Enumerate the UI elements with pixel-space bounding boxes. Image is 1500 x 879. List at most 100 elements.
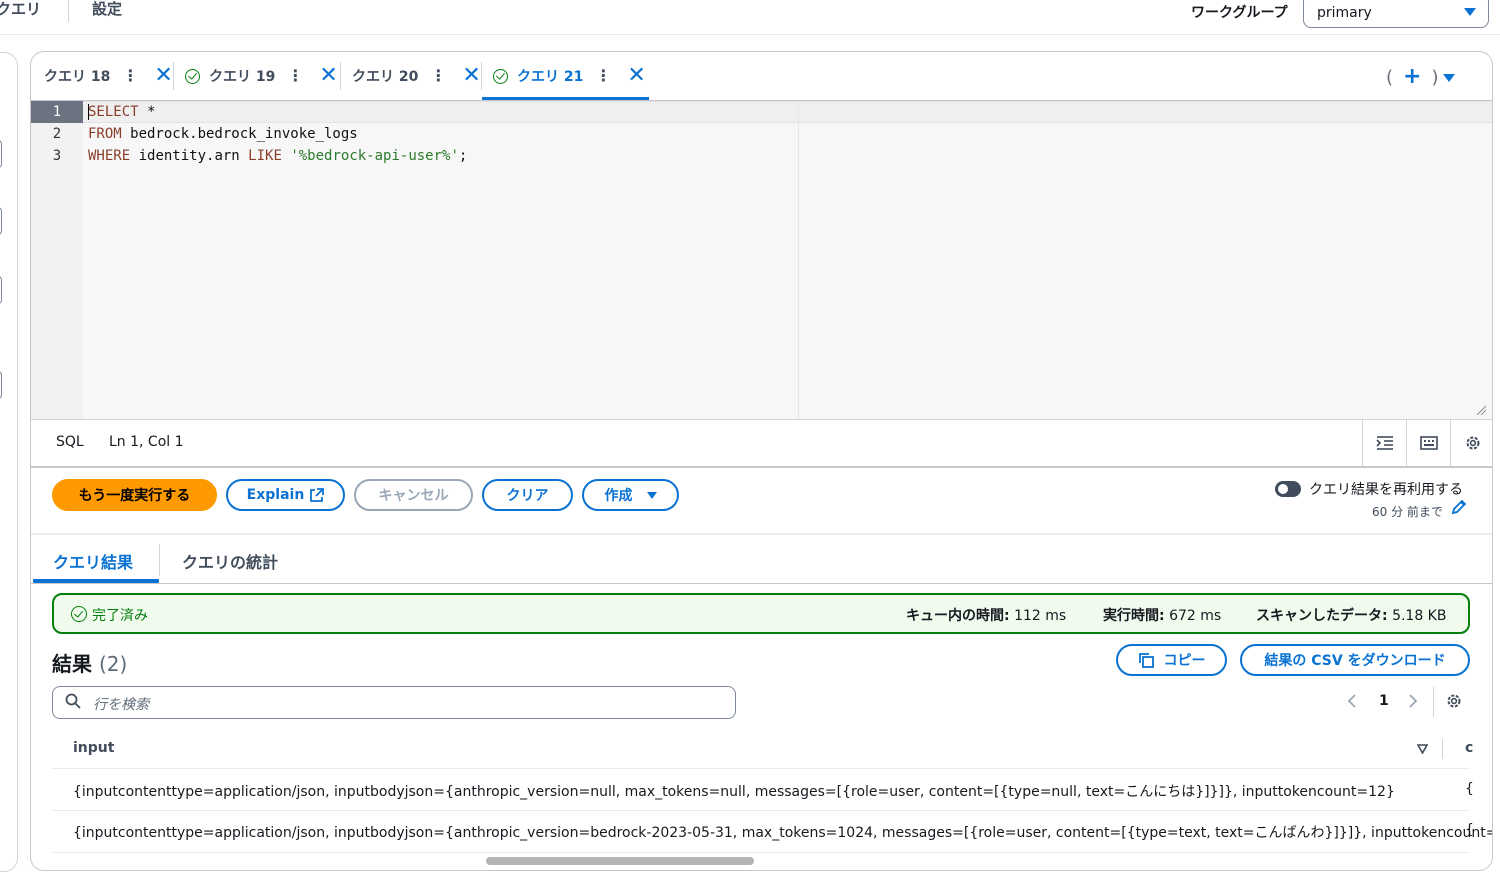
left-panel-control[interactable] — [0, 276, 2, 304]
sql-keyword: WHERE — [88, 148, 131, 164]
table-cell-next[interactable]: { — [1465, 781, 1474, 797]
reuse-results-toggle[interactable] — [1275, 481, 1301, 497]
run-again-button[interactable]: もう一度実行する — [52, 479, 217, 511]
edit-icon[interactable] — [1451, 499, 1467, 515]
more-options-icon[interactable]: ⋮ — [595, 68, 611, 84]
code-text: ; — [458, 148, 468, 164]
copy-icon — [1138, 653, 1154, 668]
table-cell-input[interactable]: {inputcontenttype=application/json, inpu… — [73, 822, 1492, 842]
exec-time-label: 実行時間: — [1103, 608, 1165, 624]
format-icon[interactable] — [1362, 420, 1407, 466]
tab-label: クエリ 20 — [352, 69, 419, 85]
text-cursor — [88, 104, 89, 120]
left-panel-control[interactable] — [0, 140, 2, 168]
sql-keyword: FROM — [88, 126, 122, 142]
sql-string: '%bedrock-api-user%' — [281, 148, 459, 164]
close-icon[interactable]: ✕ — [154, 65, 172, 87]
column-header-next[interactable]: c — [1465, 740, 1473, 756]
tab-query-results[interactable]: クエリ結果 — [53, 549, 133, 573]
query-editor-container: クエリ 18 ⋮ ✕ クエリ 19 ⋮ ✕ クエリ 20 ⋮ ✕ クエリ 21 … — [30, 51, 1493, 871]
tab-query-18[interactable]: クエリ 18 ⋮ ✕ — [40, 52, 173, 100]
close-icon[interactable]: ✕ — [319, 65, 337, 87]
code-text: identity.arn — [130, 148, 249, 164]
workgroup-label: ワークグループ — [1191, 5, 1288, 21]
chevron-right-icon[interactable] — [1408, 693, 1418, 709]
more-options-icon[interactable]: ⋮ — [287, 68, 303, 84]
current-line-highlight — [83, 101, 1492, 123]
new-tab-control[interactable]: ( +) — [1386, 64, 1455, 89]
tabs-divider — [31, 583, 1492, 584]
sql-keyword: SELECT — [88, 104, 139, 120]
code-text: bedrock.bedrock_invoke_logs — [121, 126, 358, 142]
data-scanned-label: スキャンしたデータ: — [1256, 608, 1388, 624]
tab-query-19[interactable]: クエリ 19 ⋮ ✕ — [181, 52, 338, 100]
column-divider[interactable] — [1442, 739, 1443, 759]
caret-down-icon[interactable] — [1442, 74, 1455, 82]
queue-time-value: 112 ms — [1014, 608, 1067, 624]
tab-query-20[interactable]: クエリ 20 ⋮ ✕ — [348, 52, 481, 100]
keyboard-icon[interactable] — [1406, 420, 1451, 466]
page-number[interactable]: 1 — [1379, 693, 1389, 709]
chevron-left-icon[interactable] — [1347, 693, 1357, 709]
gear-icon[interactable] — [1445, 692, 1463, 710]
copy-button[interactable]: コピー — [1116, 644, 1227, 676]
download-csv-button[interactable]: 結果の CSV をダウンロード — [1240, 644, 1470, 676]
code-line[interactable]: WHERE identity.arn LIKE '%bedrock-api-us… — [88, 145, 467, 167]
nav-divider — [68, 0, 69, 22]
sort-descending-icon[interactable] — [1417, 744, 1428, 754]
resize-handle-icon[interactable] — [1476, 405, 1486, 415]
tab-query[interactable]: クエリ — [0, 0, 41, 19]
tab-divider — [340, 62, 341, 90]
table-row-divider — [52, 852, 1470, 853]
more-options-icon[interactable]: ⋮ — [122, 68, 138, 84]
row-search-input[interactable]: 行を検索 — [52, 686, 736, 719]
workgroup-select[interactable]: primary — [1303, 0, 1489, 28]
exec-time: 実行時間: 672 ms — [1103, 605, 1221, 625]
results-heading: 結果 (2) — [52, 648, 127, 677]
clear-button[interactable]: クリア — [482, 479, 573, 511]
queue-time-label: キュー内の時間: — [906, 608, 1010, 624]
left-panel-control[interactable] — [0, 371, 2, 399]
external-link-icon — [310, 488, 325, 502]
queue-time: キュー内の時間: 112 ms — [906, 605, 1066, 625]
code-line[interactable]: SELECT * — [88, 101, 155, 123]
explain-button[interactable]: Explain — [226, 479, 345, 511]
query-status-alert: 完了済み キュー内の時間: 112 ms 実行時間: 672 ms スキャンした… — [52, 593, 1470, 634]
sql-editor[interactable]: 1 2 3 SELECT * FROM bedrock.bedrock_invo… — [31, 101, 1492, 419]
search-icon — [65, 693, 81, 709]
table-divider — [52, 768, 1470, 769]
tab-settings[interactable]: 設定 — [92, 0, 122, 19]
success-check-icon — [71, 606, 87, 622]
tab-divider — [173, 62, 174, 90]
tab-query-stats[interactable]: クエリの統計 — [182, 549, 278, 573]
caret-down-icon — [646, 491, 657, 499]
table-cell-input[interactable]: {inputcontenttype=application/json, inpu… — [73, 781, 1395, 801]
tab-divider — [159, 544, 160, 576]
line-number: 1 — [31, 101, 83, 123]
print-margin — [798, 101, 799, 419]
cursor-position: Ln 1, Col 1 — [109, 434, 184, 450]
gear-icon[interactable] — [1450, 420, 1492, 466]
table-cell-next[interactable]: { — [1465, 822, 1474, 838]
create-button[interactable]: 作成 — [582, 479, 679, 511]
close-paren: ) — [1431, 67, 1439, 88]
reuse-results-label: クエリ結果を再利用する — [1309, 482, 1463, 498]
add-tab-icon[interactable]: + — [1403, 64, 1421, 89]
tab-query-21[interactable]: クエリ 21 ⋮ ✕ — [489, 52, 646, 100]
close-icon[interactable]: ✕ — [462, 65, 480, 87]
left-panel-control[interactable] — [0, 207, 2, 235]
horizontal-scrollbar[interactable] — [486, 857, 754, 865]
results-title: 結果 — [52, 652, 92, 676]
exec-time-value: 672 ms — [1169, 608, 1222, 624]
data-scanned-value: 5.18 KB — [1392, 608, 1447, 624]
success-check-icon — [185, 68, 200, 84]
column-header-input[interactable]: input — [73, 740, 114, 756]
code-line[interactable]: FROM bedrock.bedrock_invoke_logs — [88, 123, 358, 145]
cancel-button[interactable]: キャンセル — [354, 479, 473, 511]
open-paren: ( — [1386, 67, 1394, 88]
more-options-icon[interactable]: ⋮ — [430, 68, 446, 84]
close-icon[interactable]: ✕ — [627, 65, 645, 87]
pagination-divider — [1433, 687, 1434, 717]
results-count: (2) — [98, 652, 128, 676]
tab-divider — [481, 62, 482, 90]
